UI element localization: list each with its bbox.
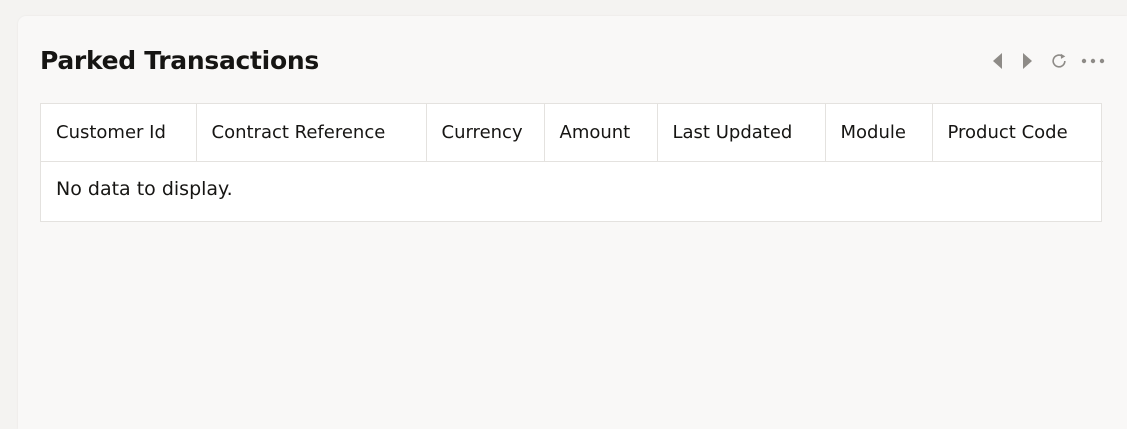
refresh-button[interactable] bbox=[1050, 50, 1068, 72]
previous-button[interactable] bbox=[988, 50, 1006, 72]
column-header-module[interactable]: Module bbox=[825, 104, 933, 162]
column-header-last-updated[interactable]: Last Updated bbox=[657, 104, 826, 162]
parked-transactions-panel: Parked Transactions Customer Id Contract… bbox=[18, 16, 1127, 429]
column-header-currency[interactable]: Currency bbox=[426, 104, 545, 162]
panel-toolbar bbox=[988, 50, 1105, 72]
more-options-button[interactable] bbox=[1081, 50, 1105, 72]
next-button[interactable] bbox=[1019, 50, 1037, 72]
empty-state-message: No data to display. bbox=[56, 178, 233, 200]
table-grid: Customer Id Contract Reference Currency … bbox=[41, 104, 1103, 162]
column-header-customer-id[interactable]: Customer Id bbox=[41, 104, 197, 162]
column-header-amount[interactable]: Amount bbox=[544, 104, 658, 162]
more-options-icon bbox=[1081, 58, 1105, 64]
table-header-row: Customer Id Contract Reference Currency … bbox=[41, 104, 1103, 162]
transactions-table: Customer Id Contract Reference Currency … bbox=[40, 103, 1103, 222]
panel-title: Parked Transactions bbox=[40, 46, 319, 75]
column-header-product-code[interactable]: Product Code bbox=[932, 104, 1103, 162]
refresh-icon bbox=[1052, 53, 1066, 68]
chevron-left-icon bbox=[993, 53, 1002, 69]
chevron-right-icon bbox=[1023, 53, 1032, 69]
column-header-contract-reference[interactable]: Contract Reference bbox=[196, 104, 427, 162]
